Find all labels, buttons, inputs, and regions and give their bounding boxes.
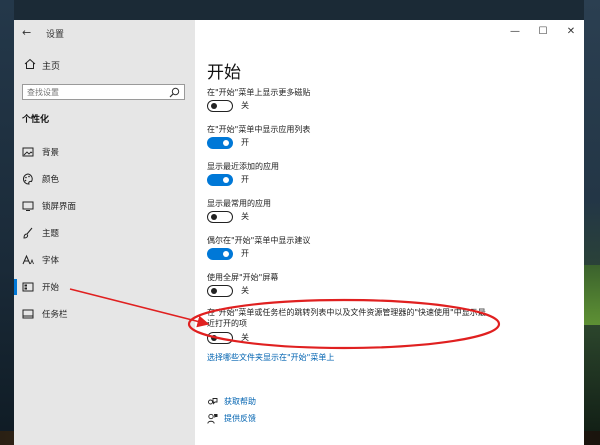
setting-more-tiles: 在"开始"菜单上显示更多磁贴 关 [207,87,567,121]
toggle-knob [223,140,229,146]
maximize-icon[interactable]: ☐ [536,26,550,37]
desktop-right-edge [584,0,600,445]
sidebar-item-lock-screen[interactable]: 锁屏界面 [14,195,195,217]
toggle-state: 开 [241,249,249,258]
sidebar-item-themes[interactable]: 主题 [14,222,195,244]
setting-label: 在"开始"菜单上显示更多磁贴 [207,88,311,97]
app-title: 设置 [46,30,65,40]
toggle-state: 开 [241,138,249,147]
desktop-left-edge [0,0,14,445]
sidebar-item-label: 字体 [42,256,60,266]
content-pane: — ☐ ✕ 开始 在"开始"菜单上显示更多磁贴 关 在"开始"菜单中显示应用列表… [195,20,584,445]
toggle-knob [211,103,217,109]
search-input[interactable] [27,87,165,98]
sidebar-item-home[interactable]: 主页 [14,56,195,76]
picture-icon [22,147,34,157]
close-icon[interactable]: ✕ [564,26,578,37]
toggle-state: 关 [241,212,249,221]
sidebar-item-taskbar[interactable]: 任务栏 [14,303,195,325]
setting-most-used: 显示最常用的应用 关 [207,198,567,232]
sidebar-item-label: 任务栏 [42,310,68,320]
sidebar: ← 设置 主页 个性化 背景 [14,20,195,445]
toggle-switch[interactable] [207,174,233,186]
setting-label: 偶尔在"开始"菜单中显示建议 [207,236,311,245]
sidebar-item-label: 主题 [42,229,60,239]
sidebar-item-label: 颜色 [42,175,60,185]
toggle-knob [223,251,229,257]
title-bar-left: ← 设置 [14,20,195,46]
toggle-knob [211,288,217,294]
home-icon [24,58,36,69]
setting-recent-items: 关 [207,320,567,344]
setting-app-list: 在"开始"菜单中显示应用列表 开 [207,124,567,158]
toggle-switch[interactable] [207,137,233,149]
minimize-icon[interactable]: — [508,26,522,37]
feedback-icon [207,413,218,424]
lock-screen-icon [22,201,34,211]
sidebar-item-label: 背景 [42,148,60,158]
sidebar-item-colors[interactable]: 颜色 [14,168,195,190]
feedback-link[interactable]: 提供反馈 [207,412,407,426]
desktop-leaf [584,265,600,325]
settings-window: ← 设置 主页 个性化 背景 [14,20,584,445]
window-controls: — ☐ ✕ [484,20,584,46]
sidebar-item-background[interactable]: 背景 [14,141,195,163]
help-icon [208,398,218,405]
page-title: 开始 [207,63,241,83]
toggle-switch[interactable] [207,211,233,223]
get-help-link[interactable]: 获取帮助 [207,395,407,409]
start-icon [22,282,34,292]
sidebar-item-label: 开始 [42,283,60,293]
toggle-switch[interactable] [207,285,233,297]
toggle-switch[interactable] [207,332,233,344]
toggle-state: 开 [241,175,249,184]
sidebar-item-label: 锁屏界面 [42,202,77,212]
setting-label: 使用全屏"开始"屏幕 [207,273,279,282]
brush-icon [23,227,33,239]
toggle-knob [223,177,229,183]
setting-suggestions: 偶尔在"开始"菜单中显示建议 开 [207,235,567,269]
sidebar-item-start[interactable]: 开始 [14,276,195,298]
toggle-knob [211,214,217,220]
font-icon [22,254,34,265]
setting-label: 显示最近添加的应用 [207,162,279,171]
toggle-state: 关 [241,333,249,342]
setting-recently-added: 显示最近添加的应用 开 [207,161,567,195]
toggle-switch[interactable] [207,248,233,260]
feedback-link-label: 提供反馈 [224,414,256,423]
sidebar-item-fonts[interactable]: 字体 [14,249,195,271]
sidebar-item-label: 主页 [42,62,61,72]
back-arrow-icon[interactable]: ← [22,26,31,39]
toggle-state: 关 [241,101,249,110]
taskbar-icon [22,309,34,319]
help-link-label: 获取帮助 [224,397,256,406]
palette-icon [22,173,33,185]
section-heading: 个性化 [22,115,50,125]
toggle-switch[interactable] [207,100,233,112]
setting-label: 显示最常用的应用 [207,199,271,208]
choose-folders-link[interactable]: 选择哪些文件夹显示在"开始"菜单上 [207,352,334,363]
toggle-state: 关 [241,286,249,295]
setting-full-screen: 使用全屏"开始"屏幕 关 [207,272,567,306]
toggle-knob [211,335,217,341]
search-box[interactable] [22,84,185,100]
search-icon [169,87,180,98]
setting-label: 在"开始"菜单中显示应用列表 [207,125,311,134]
